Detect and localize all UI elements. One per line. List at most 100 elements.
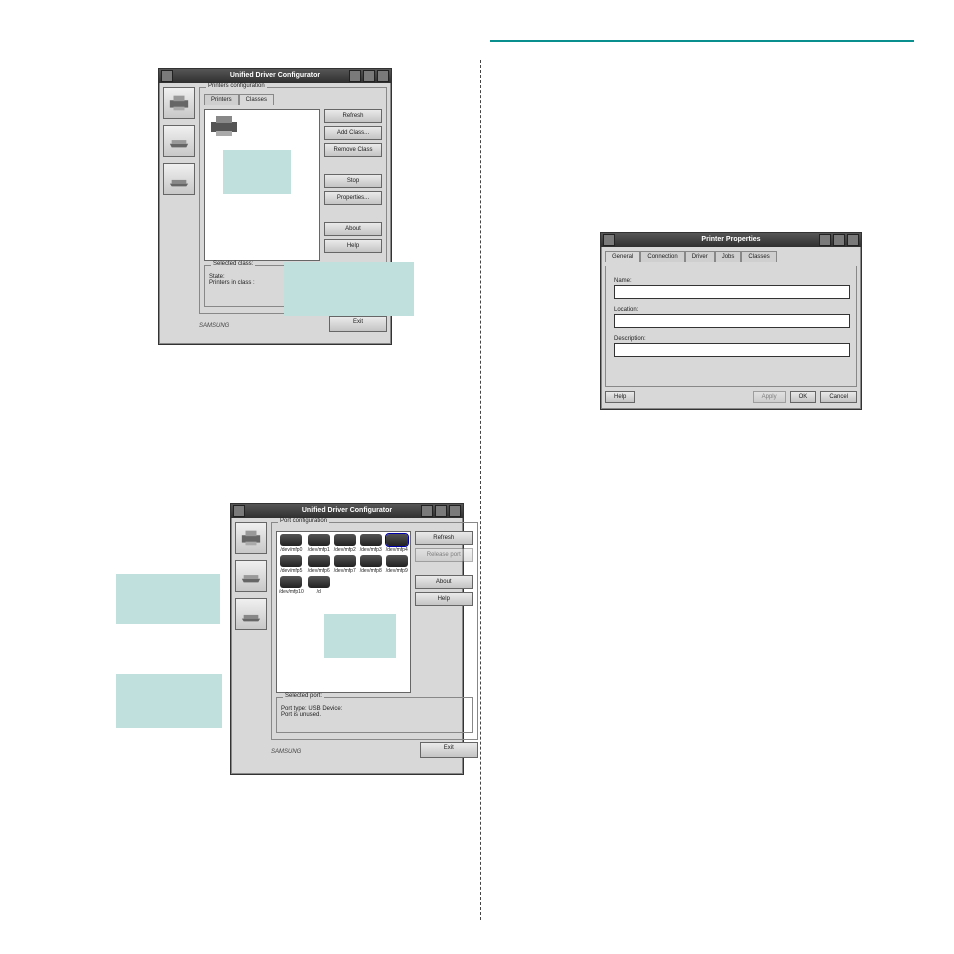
titlebar: Unified Driver Configurator [159, 69, 391, 83]
ports-module-button[interactable] [235, 598, 267, 630]
port-item[interactable]: /dev/mfp1 [308, 534, 330, 553]
remove-class-button[interactable]: Remove Class [324, 143, 382, 157]
port-item[interactable]: /dev/mfp6 [308, 555, 330, 574]
port-label: /dev/mfp9 [386, 568, 408, 574]
port-item[interactable]: /dev/mfp0 [279, 534, 304, 553]
port-ready-label: Port is unused. [281, 712, 468, 718]
port-item[interactable]: /dev/mfp5 [279, 555, 304, 574]
ok-button[interactable]: OK [790, 391, 817, 403]
add-class-button[interactable]: Add Class... [324, 126, 382, 140]
callout-class-status [284, 262, 414, 316]
port-label: /d [317, 589, 321, 595]
maximize-icon[interactable] [363, 70, 375, 82]
exit-button[interactable]: Exit [329, 316, 387, 332]
maximize-icon[interactable] [833, 234, 845, 246]
port-label: /dev/mfp5 [280, 568, 302, 574]
printer-icon [240, 529, 262, 547]
exit-button[interactable]: Exit [420, 742, 478, 758]
app-icon [603, 234, 615, 246]
port-label: /dev/mfp10 [279, 589, 304, 595]
minimize-icon[interactable] [349, 70, 361, 82]
minimize-icon[interactable] [421, 505, 433, 517]
close-icon[interactable] [449, 505, 461, 517]
port-label: /dev/mfp4 [386, 547, 408, 553]
printer-class-icon [209, 114, 239, 138]
description-label: Description: [614, 336, 848, 342]
section-divider-rule [490, 40, 914, 42]
help-icon[interactable] [819, 234, 831, 246]
name-input[interactable] [614, 285, 850, 299]
callout-selected-port [116, 674, 222, 728]
about-button[interactable]: About [415, 575, 473, 589]
help-button[interactable]: Help [324, 239, 382, 253]
titlebar: Unified Driver Configurator [231, 504, 463, 518]
tab-connection[interactable]: Connection [640, 251, 684, 262]
port-label: /dev/mfp8 [360, 568, 382, 574]
help-button[interactable]: Help [415, 592, 473, 606]
app-icon [233, 505, 245, 517]
window-title: Printer Properties [701, 236, 760, 243]
callout-left-modules [116, 574, 220, 624]
group-label: Printers configuration [206, 83, 267, 89]
description-input[interactable] [614, 343, 850, 357]
apply-button[interactable]: Apply [753, 391, 786, 403]
port-item[interactable]: /dev/mfp9 [386, 555, 408, 574]
class-item[interactable] [209, 114, 239, 140]
window-controls [819, 234, 859, 246]
brand-label: SAMSUNG [199, 323, 229, 329]
port-item[interactable]: /dev/mfp8 [360, 555, 382, 574]
printer-icon [168, 94, 190, 112]
maximize-icon[interactable] [435, 505, 447, 517]
window-title: Unified Driver Configurator [302, 507, 392, 514]
printer-properties-window: Printer Properties General Connection Dr… [600, 232, 862, 410]
port-label: /dev/mfp0 [280, 547, 302, 553]
scanner-icon [168, 132, 190, 150]
callout-class-list [223, 150, 291, 194]
port-item[interactable]: /d [308, 576, 330, 595]
window-controls [349, 70, 389, 82]
printers-module-button[interactable] [163, 87, 195, 119]
port-label: /dev/mfp1 [308, 547, 330, 553]
port-item[interactable]: /dev/mfp10 [279, 576, 304, 595]
location-label: Location: [614, 307, 848, 313]
tab-general[interactable]: General [605, 251, 640, 262]
selected-class-label: Selected class: [211, 261, 255, 267]
brand-label: SAMSUNG [271, 749, 301, 755]
scanner-icon [240, 567, 262, 585]
about-button[interactable]: About [324, 222, 382, 236]
scanners-module-button[interactable] [235, 560, 267, 592]
printers-module-button[interactable] [235, 522, 267, 554]
cancel-button[interactable]: Cancel [820, 391, 857, 403]
name-label: Name: [614, 278, 848, 284]
tab-classes[interactable]: Classes [741, 251, 776, 262]
scanners-module-button[interactable] [163, 125, 195, 157]
port-label: /dev/mfp7 [334, 568, 356, 574]
port-item[interactable]: /dev/mfp7 [334, 555, 356, 574]
titlebar: Printer Properties [601, 233, 861, 247]
window-title: Unified Driver Configurator [230, 72, 320, 79]
tab-jobs[interactable]: Jobs [715, 251, 742, 262]
callout-port-list [324, 614, 396, 658]
tab-printers[interactable]: Printers [204, 94, 239, 105]
ports-module-button[interactable] [163, 163, 195, 195]
port-item[interactable]: /dev/mfp3 [360, 534, 382, 553]
window-controls [421, 505, 461, 517]
help-button[interactable]: Help [605, 391, 635, 403]
refresh-button[interactable]: Refresh [324, 109, 382, 123]
port-label: /dev/mfp3 [360, 547, 382, 553]
tab-classes[interactable]: Classes [239, 94, 274, 105]
refresh-button[interactable]: Refresh [415, 531, 473, 545]
stop-button[interactable]: Stop [324, 174, 382, 188]
port-item[interactable]: /dev/mfp4 [386, 534, 408, 553]
port-icon [240, 605, 262, 623]
group-label: Port configuration [278, 518, 329, 524]
release-port-button[interactable]: Release port [415, 548, 473, 562]
close-icon[interactable] [847, 234, 859, 246]
port-icon [168, 170, 190, 188]
tab-driver[interactable]: Driver [685, 251, 715, 262]
column-divider [480, 60, 481, 920]
close-icon[interactable] [377, 70, 389, 82]
properties-button[interactable]: Properties... [324, 191, 382, 205]
location-input[interactable] [614, 314, 850, 328]
port-item[interactable]: /dev/mfp2 [334, 534, 356, 553]
